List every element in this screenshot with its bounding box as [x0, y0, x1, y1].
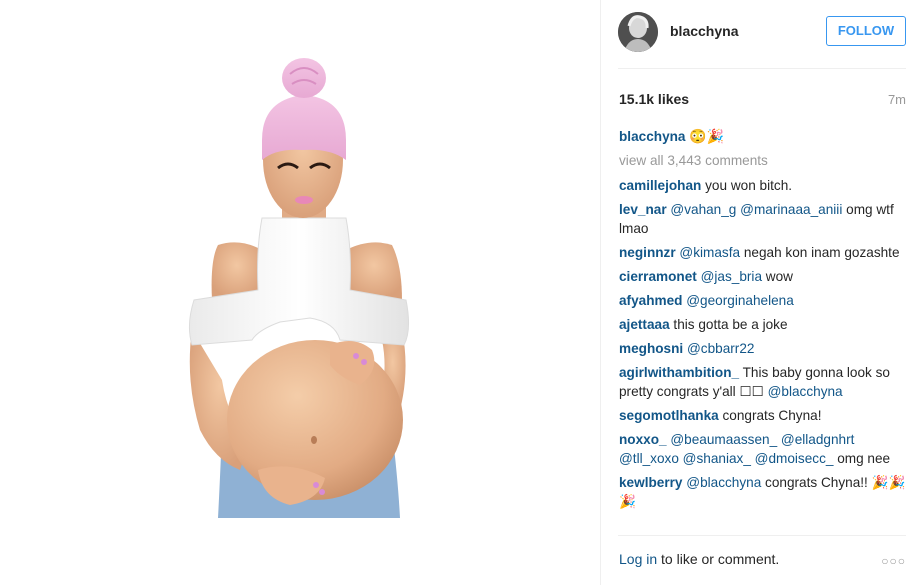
comment-item: afyahmed @georginahelena	[619, 291, 911, 310]
login-link[interactable]: Log in	[619, 551, 657, 567]
post-image[interactable]	[0, 0, 600, 585]
comment-mention[interactable]: @kimasfa	[679, 245, 740, 260]
comment-item: segomotlhanka congrats Chyna!	[619, 406, 911, 425]
comment-text: negah kon inam gozashte	[740, 245, 900, 260]
login-prompt-text: to like or comment.	[657, 551, 780, 567]
comment-username[interactable]: agirlwithambition_	[619, 365, 739, 380]
comment-username[interactable]: meghosni	[619, 341, 683, 356]
caption: blacchyna 😳🎉	[619, 127, 911, 146]
comment-item: kewlberry @blacchyna congrats Chyna!! 🎉🎉…	[619, 473, 911, 511]
caption-username[interactable]: blacchyna	[619, 129, 686, 144]
login-prompt: Log in to like or comment.	[619, 551, 779, 567]
comment-text: congrats Chyna!	[718, 408, 822, 423]
follow-button[interactable]: FOLLOW	[826, 16, 906, 46]
comment-text: wow	[762, 269, 793, 284]
comment-username[interactable]: kewlberry	[619, 475, 682, 490]
comment-mention[interactable]: @vahan_g @marinaaa_aniii	[670, 202, 842, 217]
comment-item: neginnzr @kimasfa negah kon inam gozasht…	[619, 243, 911, 262]
comment-item: meghosni @cbbarr22	[619, 339, 911, 358]
more-options-icon[interactable]: ○○○	[881, 554, 906, 568]
comment-mention[interactable]: @jas_bria	[701, 269, 762, 284]
view-all-comments-link[interactable]: view all 3,443 comments	[619, 151, 911, 170]
comment-text: you won bitch.	[701, 178, 793, 193]
comment-username[interactable]: neginnzr	[619, 245, 676, 260]
comment-mention[interactable]: @blacchyna	[686, 475, 761, 490]
comment-mention[interactable]: @cbbarr22	[687, 341, 754, 356]
comment-username[interactable]: cierramonet	[619, 269, 697, 284]
footer-divider	[618, 535, 906, 536]
pregnant-emoji-illustration	[188, 58, 410, 518]
profile-avatar[interactable]	[618, 12, 658, 52]
comment-item: ajettaaa this gotta be a joke	[619, 315, 911, 334]
comment-mention[interactable]: @georginahelena	[686, 293, 794, 308]
comment-item: lev_nar @vahan_g @marinaaa_aniii omg wtf…	[619, 200, 911, 238]
comment-mention[interactable]: @blacchyna	[768, 384, 843, 399]
comment-text: this gotta be a joke	[669, 317, 788, 332]
post-sidebar: blacchyna FOLLOW 15.1k likes 7m blacchyn…	[600, 0, 922, 585]
comment-username[interactable]: camillejohan	[619, 178, 701, 193]
caption-emoji: 😳🎉	[689, 128, 725, 144]
comment-username[interactable]: ajettaaa	[619, 317, 670, 332]
comment-item: camillejohan you won bitch.	[619, 176, 911, 195]
comment-username[interactable]: segomotlhanka	[619, 408, 719, 423]
post-timestamp[interactable]: 7m	[888, 92, 906, 107]
comments-list: blacchyna 😳🎉 view all 3,443 comments cam…	[619, 127, 911, 516]
comment-item: noxxo_ @beaumaassen_ @elladgnhrt @tll_xo…	[619, 430, 911, 468]
post-header: blacchyna FOLLOW	[618, 12, 908, 52]
comment-item: agirlwithambition_ This baby gonna look …	[619, 363, 911, 401]
comment-username[interactable]: afyahmed	[619, 293, 682, 308]
comment-username[interactable]: noxxo_	[619, 432, 667, 447]
header-divider	[618, 68, 906, 69]
comment-username[interactable]: lev_nar	[619, 202, 667, 217]
comment-text: omg nee	[833, 451, 891, 466]
username-link[interactable]: blacchyna	[670, 23, 738, 39]
comment-item: cierramonet @jas_bria wow	[619, 267, 911, 286]
avatar-photo-icon	[618, 12, 658, 52]
likes-count[interactable]: 15.1k likes	[619, 91, 689, 107]
